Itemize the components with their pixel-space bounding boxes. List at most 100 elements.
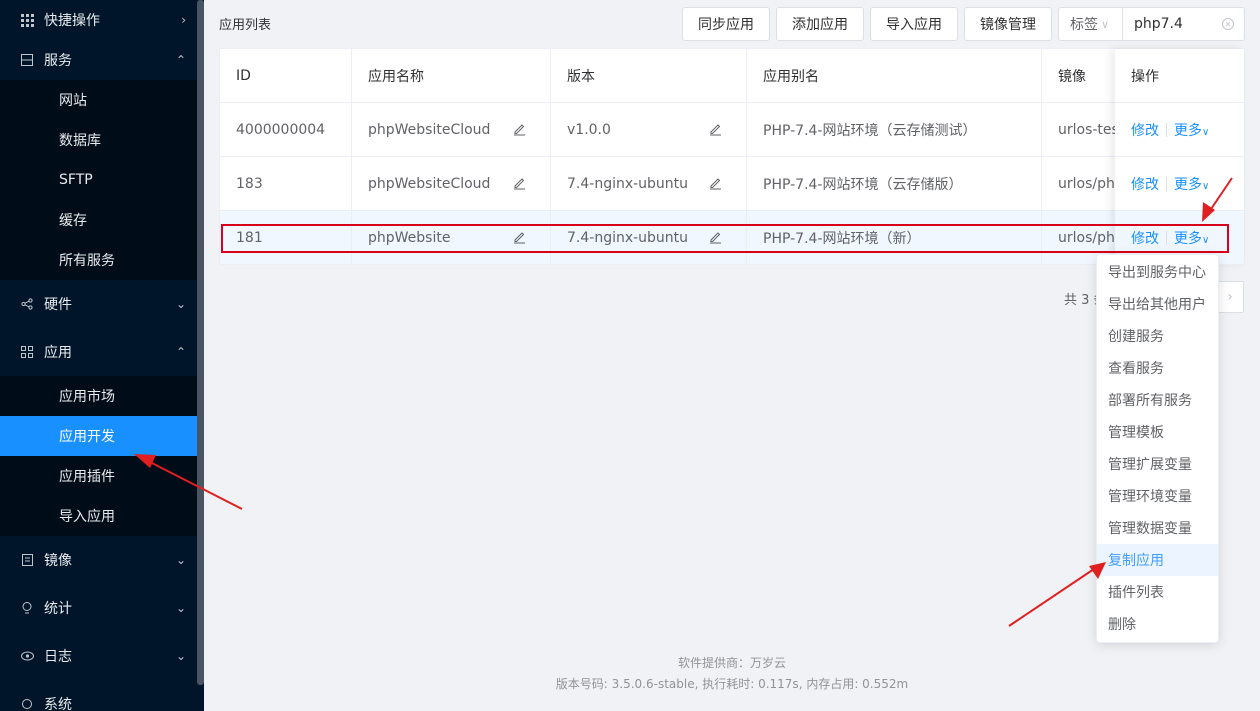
sidebar-scrollbar[interactable] [197, 0, 204, 685]
share-icon [20, 297, 34, 311]
tag-select[interactable]: 标签 ∨ [1058, 7, 1123, 41]
table-row: 183 phpWebsiteCloud 7.4-nginx-ubuntu PHP… [220, 157, 1244, 211]
cell-alias: PHP-7.4-网站环境（云存储测试） [747, 103, 1042, 156]
col-header-id: ID [220, 49, 352, 102]
chevron-right-icon: › [181, 13, 186, 27]
tag-select-label: 标签 [1070, 17, 1098, 33]
service-submenu: 网站 数据库 SFTP 缓存 所有服务 [0, 80, 204, 280]
menu-service[interactable]: 服务 ⌃ [0, 40, 204, 80]
col-header-image: 镜像 [1058, 68, 1086, 85]
table-row: 4000000004 phpWebsiteCloud v1.0.0 PHP-7.… [220, 103, 1244, 157]
menu-stats[interactable]: 统计 ⌄ [0, 584, 204, 632]
sidebar-item-import-app[interactable]: 导入应用 [0, 496, 204, 536]
more-label: 更多 [1174, 122, 1202, 139]
clear-icon[interactable]: ✕ [1222, 18, 1234, 30]
menu-item-deploy-all[interactable]: 部署所有服务 [1097, 384, 1218, 416]
menu-image[interactable]: 镜像 ⌄ [0, 536, 204, 584]
cell-alias: PHP-7.4-网站环境（云存储版） [747, 157, 1042, 210]
menu-hardware[interactable]: 硬件 ⌄ [0, 280, 204, 328]
eye-icon [20, 649, 34, 663]
menu-system[interactable]: 系统 [0, 680, 204, 711]
sync-app-button[interactable]: 同步应用 [682, 7, 770, 41]
footer-provider: 软件提供商：万岁云 [677, 656, 786, 670]
search-input-value: php7.4 [1134, 16, 1183, 32]
divider [1166, 122, 1167, 137]
menu-image-label: 镜像 [44, 553, 72, 569]
menu-quick-ops[interactable]: 快捷操作 › [0, 0, 204, 40]
menu-item-manage-env-vars[interactable]: 管理环境变量 [1097, 480, 1218, 512]
edit-icon[interactable] [512, 122, 526, 136]
chevron-down-icon: ⌄ [175, 649, 186, 663]
menu-app[interactable]: 应用 ⌃ [0, 328, 204, 376]
edit-icon[interactable] [708, 122, 722, 136]
import-app-button[interactable]: 导入应用 [870, 7, 958, 41]
server-icon [20, 53, 34, 67]
cell-image: urlos-test [1058, 121, 1122, 138]
app-submenu: 应用市场 应用开发 应用插件 导入应用 [0, 376, 204, 536]
more-link[interactable]: 更多∨ [1174, 174, 1209, 194]
menu-item-copy-app[interactable]: 复制应用 [1097, 544, 1218, 576]
sidebar-item-all-services[interactable]: 所有服务 [0, 240, 204, 280]
menu-item-manage-data-vars[interactable]: 管理数据变量 [1097, 512, 1218, 544]
grid-icon [20, 13, 34, 27]
menu-item-create-service[interactable]: 创建服务 [1097, 320, 1218, 352]
annotation-highlight-box [221, 224, 1229, 253]
col-header-ops: 操作 [1115, 49, 1244, 103]
menu-system-label: 系统 [44, 697, 72, 711]
edit-link[interactable]: 修改 [1131, 174, 1159, 194]
menu-item-manage-template[interactable]: 管理模板 [1097, 416, 1218, 448]
sidebar: 快捷操作 › 服务 ⌃ 网站 数据库 SFTP 缓存 所有服务 硬件 ⌄ 应用 … [0, 0, 204, 711]
chevron-right-icon: › [1227, 289, 1233, 305]
sidebar-item-website[interactable]: 网站 [0, 80, 204, 120]
image-manage-button[interactable]: 镜像管理 [964, 7, 1052, 41]
chevron-down-icon: ∨ [1101, 17, 1110, 31]
menu-item-view-service[interactable]: 查看服务 [1097, 352, 1218, 384]
chevron-up-icon: ⌃ [175, 53, 186, 67]
menu-logs-label: 日志 [44, 649, 72, 665]
row-actions: 修改 更多∨ [1115, 157, 1244, 211]
pager-next-button[interactable]: › [1216, 281, 1244, 313]
cell-image: urlos/php [1058, 175, 1122, 192]
col-header-version: 版本 [551, 49, 747, 102]
edit-icon[interactable] [708, 176, 722, 190]
menu-stats-label: 统计 [44, 601, 72, 617]
document-icon [20, 553, 34, 567]
menu-logs[interactable]: 日志 ⌄ [0, 632, 204, 680]
divider [1166, 176, 1167, 191]
sidebar-item-cache[interactable]: 缓存 [0, 200, 204, 240]
edit-link[interactable]: 修改 [1131, 120, 1159, 140]
more-dropdown-menu: 导出到服务中心 导出给其他用户 创建服务 查看服务 部署所有服务 管理模板 管理… [1096, 254, 1219, 643]
menu-item-plugin-list[interactable]: 插件列表 [1097, 576, 1218, 608]
menu-service-label: 服务 [44, 53, 72, 69]
table-header: ID 应用名称 版本 应用别名 镜像 [220, 49, 1244, 103]
chevron-up-icon: ⌃ [175, 345, 186, 359]
menu-item-manage-ext-vars[interactable]: 管理扩展变量 [1097, 448, 1218, 480]
search-input[interactable]: php7.4 ✕ [1122, 7, 1245, 41]
sidebar-item-app-market[interactable]: 应用市场 [0, 376, 204, 416]
footer-version: 版本号码: 3.5.0.6-stable, 执行耗时: 0.117s, 内存占用… [555, 677, 909, 691]
sidebar-item-app-dev[interactable]: 应用开发 [0, 416, 204, 456]
menu-app-label: 应用 [44, 345, 72, 361]
cell-id: 4000000004 [220, 103, 352, 156]
chevron-down-icon: ⌄ [175, 297, 186, 311]
apps-icon [20, 345, 34, 359]
sidebar-item-database[interactable]: 数据库 [0, 120, 204, 160]
sidebar-item-app-plugins[interactable]: 应用插件 [0, 456, 204, 496]
page-title: 应用列表 [219, 18, 272, 33]
sidebar-item-sftp[interactable]: SFTP [0, 160, 204, 200]
menu-quick-ops-label: 快捷操作 [44, 13, 100, 29]
bulb-icon [20, 601, 34, 615]
more-link[interactable]: 更多∨ [1174, 120, 1209, 140]
cell-id: 183 [220, 157, 352, 210]
col-header-alias: 应用别名 [747, 49, 1042, 102]
add-app-button[interactable]: 添加应用 [776, 7, 864, 41]
menu-item-export-other-user[interactable]: 导出给其他用户 [1097, 288, 1218, 320]
menu-item-delete[interactable]: 删除 [1097, 608, 1218, 640]
menu-hardware-label: 硬件 [44, 297, 72, 313]
settings-icon [20, 697, 34, 711]
edit-icon[interactable] [512, 176, 526, 190]
menu-item-export-service-center[interactable]: 导出到服务中心 [1097, 256, 1218, 288]
chevron-down-icon: ⌄ [175, 601, 186, 615]
chevron-down-icon: ⌄ [175, 553, 186, 567]
col-header-name: 应用名称 [352, 49, 551, 102]
